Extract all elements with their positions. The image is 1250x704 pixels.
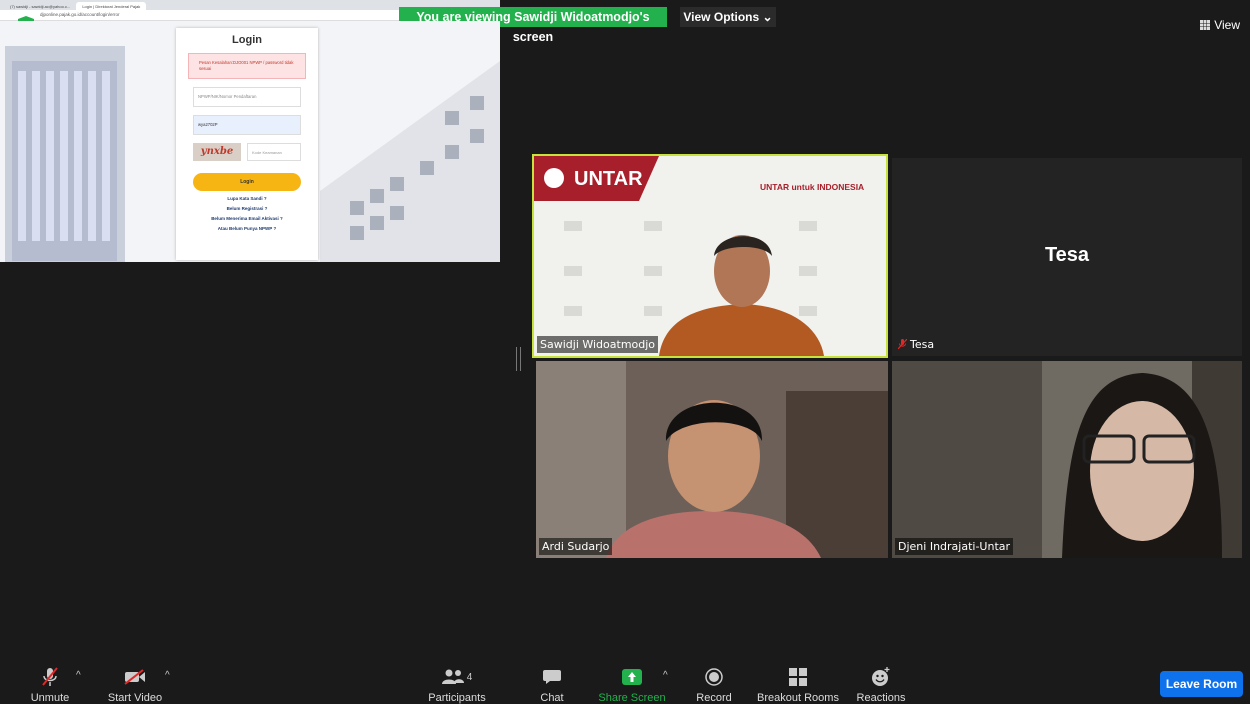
participants-icon <box>441 669 464 684</box>
audio-options-caret[interactable]: ^ <box>76 670 81 681</box>
participant-video <box>892 361 1242 558</box>
chat-label: Chat <box>540 692 564 704</box>
breakout-rooms-label: Breakout Rooms <box>757 692 839 704</box>
forgot-password-link[interactable]: Lupa Kata Sandi ? <box>176 196 318 201</box>
participant-name-label: Tesa <box>910 338 935 351</box>
share-options-caret[interactable]: ^ <box>663 670 668 681</box>
video-off-icon <box>124 669 145 685</box>
chat-button[interactable]: Chat <box>540 656 564 704</box>
grid-icon <box>1200 20 1211 30</box>
view-options-button[interactable]: View Options ⌄ <box>680 7 776 27</box>
login-title: Login <box>232 34 262 46</box>
no-npwp-link[interactable]: Atau Belum Punya NPWP ? <box>176 226 318 231</box>
share-screen-button[interactable]: Share Screen <box>598 656 666 704</box>
reactions-label: Reactions <box>856 692 906 704</box>
login-form: Login Pesan Kesalahan:DJO001 NPWP / pass… <box>176 28 318 260</box>
participant-name-label: Sawidji Widoatmodjo <box>537 336 659 353</box>
login-button[interactable]: Login <box>193 173 301 191</box>
muted-microphone-icon <box>42 667 58 686</box>
breakout-rooms-icon <box>789 668 807 686</box>
share-screen-icon <box>622 669 642 685</box>
video-tile-tesa[interactable]: Tesa Tesa <box>892 158 1242 356</box>
video-tile-ardi[interactable]: Ardi Sudarjo <box>536 361 888 558</box>
unmute-label: Unmute <box>30 692 70 704</box>
captcha-input[interactable]: Kode Keamanan <box>247 143 301 161</box>
breakout-rooms-button[interactable]: Breakout Rooms <box>757 656 839 704</box>
captcha-row: ynxbe Kode Keamanan <box>193 143 301 161</box>
share-screen-label: Share Screen <box>598 692 666 704</box>
start-video-button[interactable]: Start Video <box>106 656 164 704</box>
activation-email-link[interactable]: Belum Menerima Email Aktivasi ? <box>176 216 318 221</box>
participants-count: 4 <box>466 671 473 683</box>
video-options-caret[interactable]: ^ <box>165 670 170 681</box>
reactions-icon <box>872 667 890 686</box>
untar-logo-text: UNTAR <box>574 168 643 190</box>
captcha-image: ynxbe <box>193 143 241 161</box>
record-icon <box>705 668 723 686</box>
untar-slogan: UNTAR untuk INDONESIA <box>760 182 865 192</box>
chevron-down-icon: ⌄ <box>762 10 773 24</box>
password-input[interactable]: wya2702P <box>193 115 301 135</box>
muted-mic-icon <box>898 339 907 350</box>
participant-name-label: Djeni Indrajati-Untar <box>895 538 1014 555</box>
video-tile-sawidji[interactable]: UNTAR UNTAR untuk INDONESIA Sawidji Wido… <box>532 154 888 358</box>
participant-video <box>536 361 888 558</box>
unmute-button[interactable]: Unmute <box>28 656 72 704</box>
start-video-label: Start Video <box>107 692 163 704</box>
participant-name-label: Ardi Sudarjo <box>539 538 613 555</box>
shared-screen[interactable]: (7) sawidji - sawidji.ac@yahoo.c... Logi… <box>0 0 500 262</box>
view-options-label: View Options <box>683 10 760 24</box>
participants-label: Participants <box>428 692 486 704</box>
reactions-button[interactable]: Reactions <box>856 656 906 704</box>
record-button[interactable]: Record <box>696 656 732 704</box>
split-handle[interactable] <box>516 347 521 371</box>
chat-icon <box>543 670 561 684</box>
login-error-message: Pesan Kesalahan:DJO001 NPWP / password t… <box>188 53 306 79</box>
leave-room-button[interactable]: Leave Room <box>1160 671 1243 697</box>
record-label: Record <box>696 692 732 704</box>
view-layout-button[interactable]: View <box>1200 18 1240 32</box>
video-tile-djeni[interactable]: Djeni Indrajati-Untar <box>892 361 1242 558</box>
register-link[interactable]: Belum Registrasi ? <box>176 206 318 211</box>
view-label: View <box>1214 18 1240 32</box>
participant-display-name: Tesa <box>1044 244 1090 266</box>
meeting-toolbar: Unmute ^ Start Video ^ 4 Participants Ch… <box>0 656 1250 704</box>
browser-tab-login[interactable]: Login | Direktorat Jenderal Pajak <box>76 2 147 10</box>
participant-name-label-wrap: Tesa <box>895 336 937 353</box>
browser-tab-mail[interactable]: (7) sawidji - sawidji.ac@yahoo.c... <box>4 2 76 10</box>
participants-button[interactable]: 4 Participants <box>428 656 486 704</box>
npwp-input[interactable]: NPWP/NIK/Nomor Pendaftaran <box>193 87 301 107</box>
